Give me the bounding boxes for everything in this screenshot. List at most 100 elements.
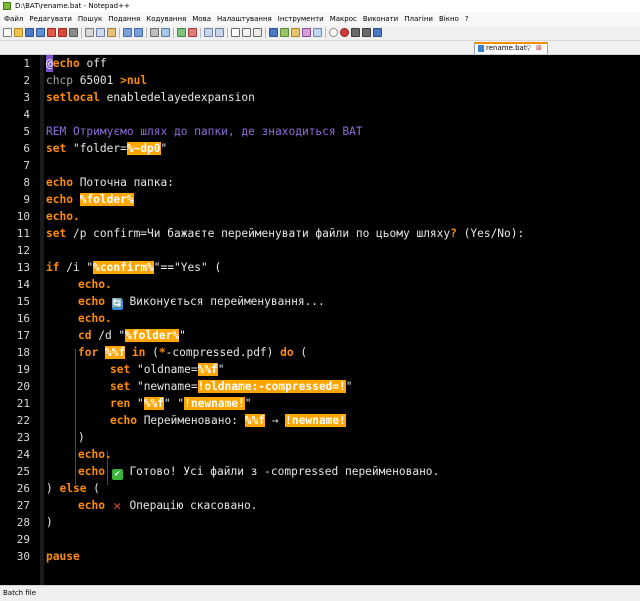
menu-search[interactable]: Пошук [75, 12, 105, 26]
code-text: setlocal enabledelayedexpansion [46, 89, 255, 106]
code-text: set "oldname=%%f" [110, 361, 225, 378]
print-icon[interactable] [69, 28, 78, 37]
menu-edit[interactable]: Редагувати [26, 12, 75, 26]
text: " [345, 380, 353, 393]
paste-icon[interactable] [107, 28, 116, 37]
record-macro-icon[interactable] [329, 28, 338, 37]
keyword: echo [46, 193, 73, 206]
word-wrap-icon[interactable] [231, 28, 240, 37]
zoom-out-icon[interactable] [188, 28, 197, 37]
code-text: pause [46, 548, 80, 565]
menu-encoding[interactable]: Кодування [143, 12, 189, 26]
folder-as-workspace-icon[interactable] [302, 28, 311, 37]
save-macro-icon[interactable] [373, 28, 382, 37]
zoom-in-icon[interactable] [177, 28, 186, 37]
text: (Yes/No): [456, 227, 525, 240]
title-bar: D:\BAT\rename.bat - Notepad++ [0, 0, 640, 12]
line-number: 15 [16, 295, 30, 308]
code-line-20: 20 set "newname=!oldname:-compressed=!" [0, 378, 640, 395]
code-line-17: 17 cd /d "%folder%" [0, 327, 640, 344]
menu-settings[interactable]: Налаштування [214, 12, 275, 26]
tab-rename-bat[interactable]: rename.bat ⚲ ⊠ [474, 42, 548, 54]
file-icon [478, 45, 484, 52]
text: Поточна папка: [72, 176, 174, 189]
pin-icon[interactable]: ⚲ [526, 44, 531, 53]
stop-recording-icon[interactable] [340, 28, 349, 37]
code-line-30: 30 pause [0, 548, 640, 565]
code-text: set /p confirm=Чи бажаєте перейменувати … [46, 225, 524, 242]
text: ) [46, 482, 60, 495]
code-text: ) [46, 516, 53, 529]
close-all-icon[interactable] [58, 28, 67, 37]
window-title: D:\BAT\rename.bat - Notepad++ [15, 2, 130, 10]
keyword: echo [52, 57, 80, 70]
text: -compressed.pdf) [165, 346, 281, 359]
menu-view[interactable]: Подання [105, 12, 143, 26]
text: Готово! Усі файли з -compressed переймен… [122, 465, 440, 478]
find-icon[interactable] [150, 28, 159, 37]
code-line-16: 16 echo. [0, 310, 640, 327]
line-number: 6 [23, 142, 30, 155]
menu-help[interactable]: ? [462, 12, 472, 26]
line-number: 24 [16, 448, 30, 461]
close-tab-icon[interactable]: ⊠ [536, 44, 542, 53]
text: "oldname= [130, 363, 198, 376]
code-line-15: 15 echo 🔄 Виконується перейменування... [0, 293, 640, 310]
function-list-icon[interactable] [291, 28, 300, 37]
code-line-5: 5 REM Отримуємо шлях до папки, де знаход… [0, 123, 640, 140]
save-all-icon[interactable] [36, 28, 45, 37]
line-number: 1 [23, 57, 30, 70]
line-number: 30 [16, 550, 30, 563]
undo-icon[interactable] [123, 28, 132, 37]
close-file-icon[interactable] [47, 28, 56, 37]
run-macro-multiple-icon[interactable] [362, 28, 371, 37]
variable: !newname! [285, 414, 346, 427]
text: off [79, 57, 107, 70]
code-line-11: 11 set /p confirm=Чи бажаєте перейменува… [0, 225, 640, 242]
menu-run[interactable]: Виконати [360, 12, 401, 26]
monitoring-icon[interactable] [313, 28, 322, 37]
line-number: 9 [23, 193, 30, 206]
save-icon[interactable] [25, 28, 34, 37]
code-line-14: 14 echo. [0, 276, 640, 293]
line-number: 11 [16, 227, 30, 240]
text: ( [86, 482, 100, 495]
indent-guide-icon[interactable] [253, 28, 262, 37]
code-editor[interactable]: 1 @echo off 2 chcp 65001 >nul 3 setlocal… [0, 55, 640, 585]
line-number: 10 [16, 210, 30, 223]
variable: %folder% [125, 329, 180, 342]
menu-macro[interactable]: Макрос [327, 12, 360, 26]
playback-macro-icon[interactable] [351, 28, 360, 37]
open-file-icon[interactable] [14, 28, 23, 37]
new-file-icon[interactable] [3, 28, 12, 37]
language-icon[interactable] [269, 28, 278, 37]
keyword: cd [78, 329, 92, 342]
line-number: 26 [16, 482, 30, 495]
replace-icon[interactable] [161, 28, 170, 37]
show-all-chars-icon[interactable] [242, 28, 251, 37]
menu-plugins[interactable]: Плагіни [401, 12, 436, 26]
menu-window[interactable]: Вікно [436, 12, 462, 26]
copy-icon[interactable] [96, 28, 105, 37]
line-number: 4 [23, 108, 30, 121]
code-line-10: 10 echo. [0, 208, 640, 225]
menu-file[interactable]: Файл [0, 12, 26, 26]
code-line-22: 22 echo Перейменовано: %%f → !newname! [0, 412, 640, 429]
operator: * [158, 346, 166, 359]
keyword: echo. [78, 278, 112, 291]
sync-vertical-icon[interactable] [204, 28, 213, 37]
menu-language[interactable]: Мова [189, 12, 214, 26]
redo-icon[interactable] [134, 28, 143, 37]
document-map-icon[interactable] [280, 28, 289, 37]
variable: %confirm% [93, 261, 154, 274]
sync-horizontal-icon[interactable] [215, 28, 224, 37]
line-number: 29 [16, 533, 30, 546]
keyword: echo [78, 499, 105, 512]
variable: %%f [244, 414, 265, 427]
cut-icon[interactable] [85, 28, 94, 37]
code-text: ren "%%f" "!newname!" [110, 395, 252, 412]
code-text: echo. [78, 446, 112, 463]
code-text: echo ✔ Готово! Усі файли з -compressed п… [78, 463, 439, 480]
menu-tools[interactable]: Інструменти [275, 12, 327, 26]
line-number: 18 [16, 346, 30, 359]
